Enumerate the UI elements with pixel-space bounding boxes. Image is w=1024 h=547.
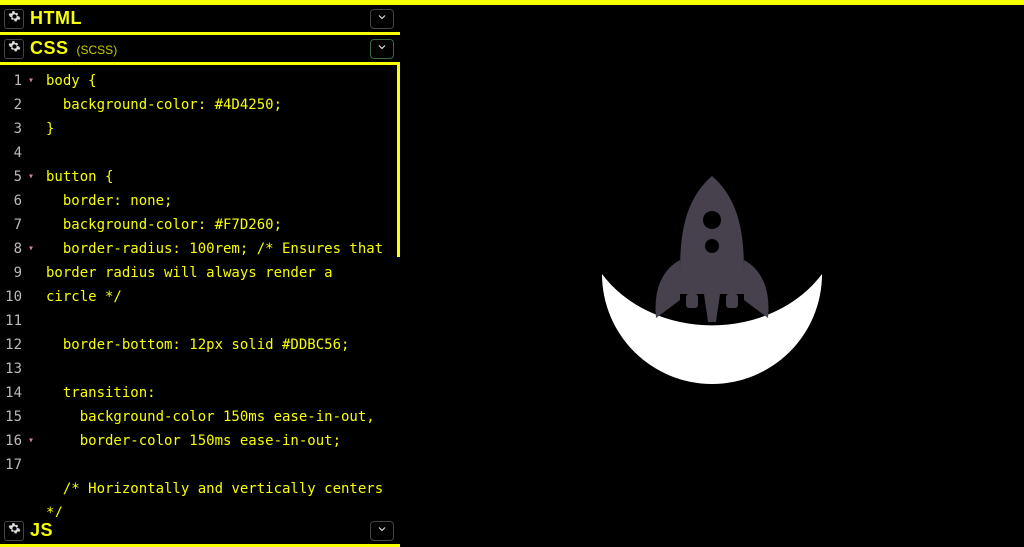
line-number: 17 — [4, 453, 34, 477]
code-line[interactable]: border-radius: 100rem; /* Ensures that — [46, 237, 394, 261]
rocket-icon — [572, 136, 852, 416]
line-number: 14 — [4, 381, 34, 405]
code-line[interactable]: border radius will always render a — [46, 261, 394, 285]
line-number: 10 — [4, 285, 34, 309]
line-number: 3 — [4, 117, 34, 141]
editor-gutter: 1▾2345▾678▾910111213141516▾17 — [0, 65, 40, 517]
app-root: HTML CSS (SCSS) — [0, 5, 1024, 547]
panel-title-js: JS — [30, 520, 53, 541]
line-number: 8▾ — [4, 237, 34, 261]
line-number: 7 — [4, 213, 34, 237]
gear-icon — [8, 10, 21, 28]
code-line[interactable]: button { — [46, 165, 394, 189]
code-line[interactable]: body { — [46, 69, 394, 93]
chevron-down-icon — [376, 10, 388, 28]
code-line[interactable]: background-color: #4D4250; — [46, 93, 394, 117]
panel-header-js: JS — [0, 517, 400, 547]
code-line[interactable]: border: none; — [46, 189, 394, 213]
line-number: 16▾ — [4, 429, 34, 453]
line-number: 15 — [4, 405, 34, 429]
line-number: 2 — [4, 93, 34, 117]
chevron-down-icon — [376, 40, 388, 58]
code-line[interactable]: /* Horizontally and vertically centers — [46, 477, 394, 501]
panel-subtitle-css: (SCSS) — [77, 43, 118, 59]
code-line[interactable] — [46, 357, 394, 381]
code-line[interactable] — [46, 141, 394, 165]
preview-stage — [572, 136, 852, 416]
code-line[interactable]: circle */ — [46, 285, 394, 309]
settings-button-css[interactable] — [4, 39, 24, 59]
gear-icon — [8, 522, 21, 540]
code-line[interactable]: border-color 150ms ease-in-out; — [46, 429, 394, 453]
panel-header-html: HTML — [0, 5, 400, 35]
code-line[interactable]: transition: — [46, 381, 394, 405]
line-number: 4 — [4, 141, 34, 165]
code-line[interactable]: background-color 150ms ease-in-out, — [46, 405, 394, 429]
chevron-down-icon — [376, 522, 388, 540]
expand-button-html[interactable] — [370, 9, 394, 29]
code-line[interactable]: background-color: #F7D260; — [46, 213, 394, 237]
code-line[interactable]: border-bottom: 12px solid #DDBC56; — [46, 333, 394, 357]
panel-css: CSS (SCSS) 1▾2345▾678▾910111213141516▾17… — [0, 35, 400, 517]
panel-title-css: CSS — [30, 38, 69, 59]
code-line[interactable]: */ — [46, 501, 394, 517]
code-line[interactable] — [46, 453, 394, 477]
panel-header-css: CSS (SCSS) — [0, 35, 400, 65]
line-number: 11 — [4, 309, 34, 333]
code-line[interactable] — [46, 309, 394, 333]
line-number: 6 — [4, 189, 34, 213]
gear-icon — [8, 40, 21, 58]
panel-title-html: HTML — [30, 8, 82, 29]
settings-button-html[interactable] — [4, 9, 24, 29]
preview-pane — [400, 5, 1024, 547]
line-number: 13 — [4, 357, 34, 381]
editor-code[interactable]: body { background-color: #4D4250;} button… — [40, 65, 400, 517]
css-editor[interactable]: 1▾2345▾678▾910111213141516▾17 body { bac… — [0, 65, 400, 517]
settings-button-js[interactable] — [4, 521, 24, 541]
expand-button-js[interactable] — [370, 521, 394, 541]
expand-button-css[interactable] — [370, 39, 394, 59]
line-number: 9 — [4, 261, 34, 285]
line-number: 5▾ — [4, 165, 34, 189]
line-number: 12 — [4, 333, 34, 357]
editor-column: HTML CSS (SCSS) — [0, 5, 400, 547]
code-line[interactable]: } — [46, 117, 394, 141]
line-number: 1▾ — [4, 69, 34, 93]
